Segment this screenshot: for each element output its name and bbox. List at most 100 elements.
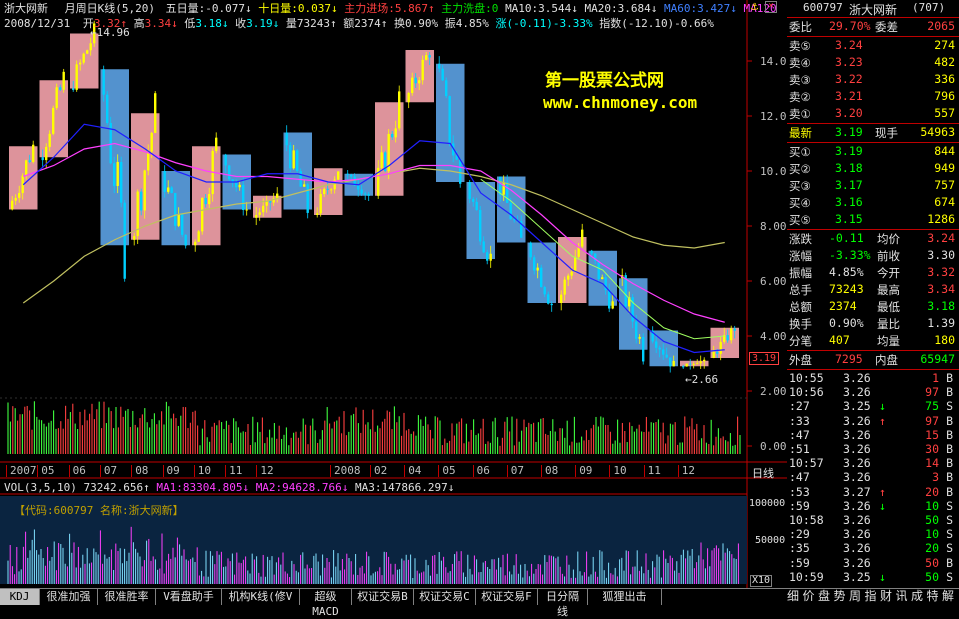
ask-volume: 796	[934, 89, 955, 103]
ask-label: 卖③	[789, 73, 811, 87]
date-axis-label: 06	[472, 465, 490, 477]
daily-candle-body	[86, 50, 89, 54]
quote-tab[interactable]: 价	[803, 589, 815, 604]
ma10-value: MA10:3.544↓	[505, 2, 578, 15]
daily-candle-body	[367, 193, 370, 196]
daily-candle-body	[658, 347, 661, 350]
neipan-label: 内盘	[875, 353, 898, 367]
indicator-tab[interactable]: 狐狸出击	[588, 589, 662, 605]
quote-tab[interactable]: 讯	[896, 589, 908, 604]
stat-value: 0.90%	[829, 316, 864, 330]
date-axis-label: 12	[256, 465, 274, 477]
quote-tab[interactable]: 特	[927, 589, 939, 604]
quote-tab[interactable]: 周	[849, 589, 861, 604]
stat-value: 407	[829, 333, 850, 347]
indicator-10day-volume: 十日量:0.037↓	[258, 2, 338, 15]
daily-candle-body	[45, 146, 48, 161]
volume-header: VOL(3,5,10) 73242.656↑ MA1:83304.805↓ MA…	[4, 481, 454, 494]
indicator-tab[interactable]: 日分隔线	[538, 589, 588, 618]
indicator-tab[interactable]: 很准加强	[40, 589, 98, 605]
daily-candle-body	[28, 160, 31, 162]
daily-candle-body	[346, 173, 349, 175]
daily-candle-body	[513, 219, 516, 221]
anchor-icon[interactable]: ⚓	[751, 0, 758, 13]
quote-name: 浙大网新	[849, 3, 898, 17]
indicator-tab[interactable]: 权证交易B	[352, 589, 414, 605]
volume-value: 量73243↑	[285, 17, 337, 30]
daily-candle-body	[296, 150, 299, 172]
daily-candle-body	[547, 294, 550, 304]
price-axis-label: 10.00	[760, 165, 787, 178]
daily-candle-body	[475, 201, 478, 211]
ask-label: 卖②	[789, 90, 811, 104]
indicator-5day-volume: 五日量:-0.077↓	[165, 2, 252, 15]
stat-row: 涨跌 -0.11 均价 3.24	[787, 231, 959, 248]
stat-label: 前收	[877, 249, 900, 263]
stat-label: 涨幅	[789, 249, 812, 263]
daily-candle-body	[703, 359, 706, 362]
quote-tab[interactable]: 解	[942, 589, 954, 604]
daily-candle-body	[563, 279, 566, 295]
indicator-tab[interactable]: 机构K线(修V	[222, 589, 300, 605]
indicator-tab[interactable]: 权证交易C	[414, 589, 476, 605]
daily-candle-body	[533, 257, 536, 271]
indicator-tab[interactable]: 权证交易F	[476, 589, 538, 605]
ask-volume: 557	[934, 106, 955, 120]
indicator-tab[interactable]: 很准胜率	[98, 589, 156, 605]
tick-time: :59	[789, 498, 810, 513]
price-axis-label: 14.00	[760, 55, 787, 68]
date-axis-label: 08	[131, 465, 148, 477]
daily-candle-body	[323, 188, 326, 195]
quote-tab[interactable]: 财	[880, 589, 892, 604]
stat-value: 3.18	[927, 299, 955, 313]
current-price-tag: 3.19	[749, 352, 780, 365]
daily-candle-body	[428, 55, 431, 58]
indicator-tab[interactable]: KDJ	[0, 589, 40, 605]
high-label: 高	[133, 17, 145, 30]
watermark-url: www.chnmoney.com	[543, 93, 698, 112]
kline-chart[interactable]: 14.00 12.00 10.00 8.00 6.00 4.00 2.00 0.00	[0, 0, 787, 588]
daily-candle-body	[62, 71, 65, 90]
daily-candle-body	[719, 341, 722, 354]
quote-tab[interactable]: 成	[911, 589, 923, 604]
indicator-tab[interactable]: 超级MACD	[300, 589, 352, 618]
daily-candle-body	[72, 88, 75, 90]
daily-candle-body	[255, 214, 258, 218]
daily-candle-body	[472, 198, 475, 202]
stat-label: 均量	[877, 334, 900, 348]
daily-candle-body	[79, 62, 82, 65]
stat-label: 最低	[877, 300, 900, 314]
daily-candle-body	[123, 202, 126, 279]
daily-candle-body	[82, 53, 85, 63]
tick-side: S	[946, 498, 953, 513]
bid-row: 买① 3.19 844	[787, 144, 959, 161]
daily-candle-body	[391, 133, 394, 138]
date-axis-label: 12	[677, 465, 695, 477]
quote-tab[interactable]: 细	[787, 589, 799, 604]
daily-candle-body	[167, 187, 170, 192]
ask-volume: 274	[934, 38, 955, 52]
quote-tab[interactable]: 盘	[818, 589, 830, 604]
quote-tab[interactable]: 指	[865, 589, 877, 604]
date-axis-label: 07	[99, 465, 117, 477]
daily-candle-body	[360, 189, 363, 194]
volume-current: 73242.656↑	[83, 481, 150, 494]
daily-candle-body	[120, 161, 123, 203]
stat-row: 分笔 407 均量 180	[787, 333, 959, 350]
tick-price: 3.26	[843, 427, 871, 442]
waipan-label: 外盘	[789, 353, 812, 367]
quote-tab[interactable]: 势	[834, 589, 846, 604]
weibi-value: 29.70%	[829, 19, 871, 33]
bid-label: 买⑤	[789, 213, 811, 227]
xianshou-value: 54963	[920, 125, 955, 139]
bid-label: 买②	[789, 162, 811, 176]
period-tab[interactable]: 日线	[752, 465, 774, 481]
bid-volume: 844	[934, 144, 955, 158]
daily-candle-body	[228, 165, 231, 180]
volume-ma2: MA2:94628.766↓	[255, 481, 349, 494]
indicator-tab[interactable]: V看盘助手	[156, 589, 222, 605]
daily-candle-body	[672, 360, 675, 367]
daily-candle-body	[113, 163, 116, 186]
price-axis-label: 0.00	[760, 440, 787, 453]
close-icon[interactable]: ×	[765, 1, 777, 13]
